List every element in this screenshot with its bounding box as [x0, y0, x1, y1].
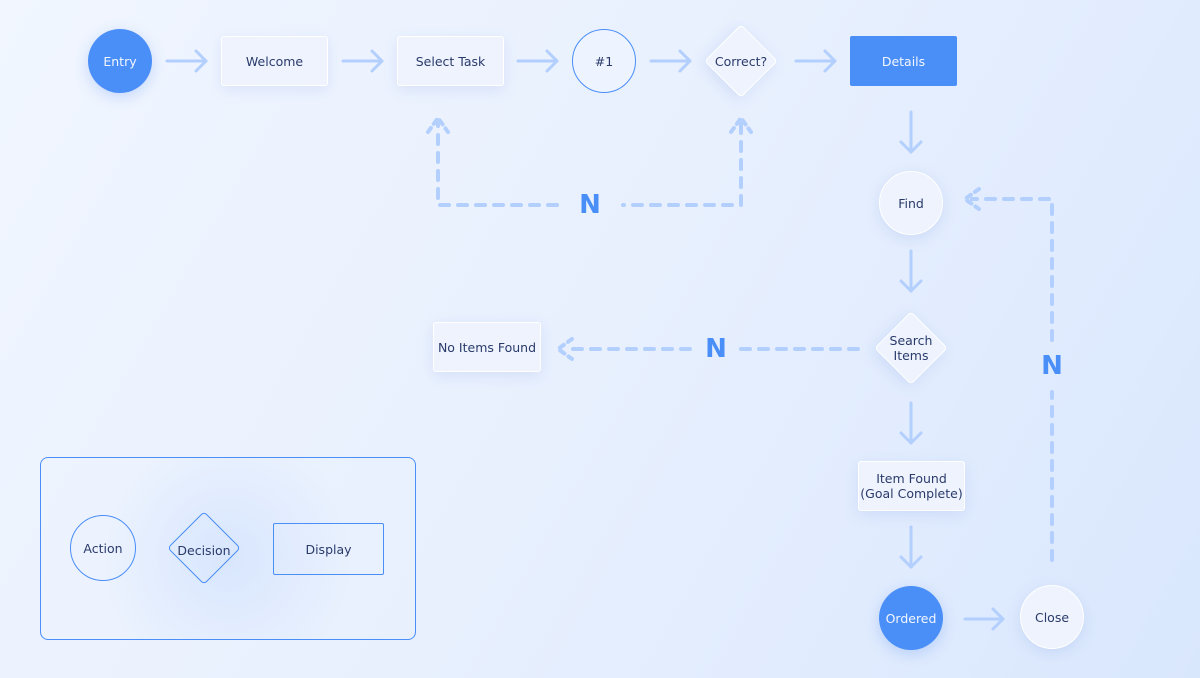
arrow-select-step1 [516, 49, 559, 73]
search-line1: Search [889, 333, 933, 348]
node-search-items-label: Search Items [871, 332, 951, 364]
node-ordered[interactable]: Ordered [879, 586, 943, 650]
arrow-itemfound-ordered [899, 525, 923, 569]
legend-display: Display [273, 523, 384, 575]
dashed-loop-close-find [970, 197, 1054, 562]
arrow-welcome-select [341, 49, 384, 73]
item-found-line1: Item Found [876, 471, 947, 486]
edge-label-n: N [1041, 351, 1063, 381]
node-entry[interactable]: Entry [88, 29, 152, 93]
node-no-items-found[interactable]: No Items Found [433, 322, 541, 372]
node-find[interactable]: Find [879, 171, 943, 235]
node-item-found[interactable]: Item Found (Goal Complete) [858, 461, 965, 511]
node-close[interactable]: Close [1020, 585, 1084, 649]
node-correct-label: Correct? [714, 53, 768, 69]
edge-label-n: N [705, 334, 727, 364]
arrow-details-find [899, 110, 923, 154]
arrow-find-search [899, 249, 923, 293]
edge-label-n: N [579, 190, 601, 220]
item-found-line2: (Goal Complete) [860, 486, 963, 501]
arrow-step1-correct [649, 49, 692, 73]
node-step1[interactable]: #1 [572, 29, 636, 93]
arrow-search-itemfound [899, 401, 923, 445]
node-select-task[interactable]: Select Task [397, 36, 504, 86]
search-line2: Items [893, 348, 929, 363]
arrow-ordered-close [963, 607, 1005, 631]
node-welcome[interactable]: Welcome [221, 36, 328, 86]
legend-action: Action [70, 515, 136, 581]
arrow-correct-details [794, 49, 837, 73]
arrow-entry-welcome [165, 49, 208, 73]
legend-decision-label: Decision [177, 542, 231, 558]
node-details[interactable]: Details [850, 36, 957, 86]
